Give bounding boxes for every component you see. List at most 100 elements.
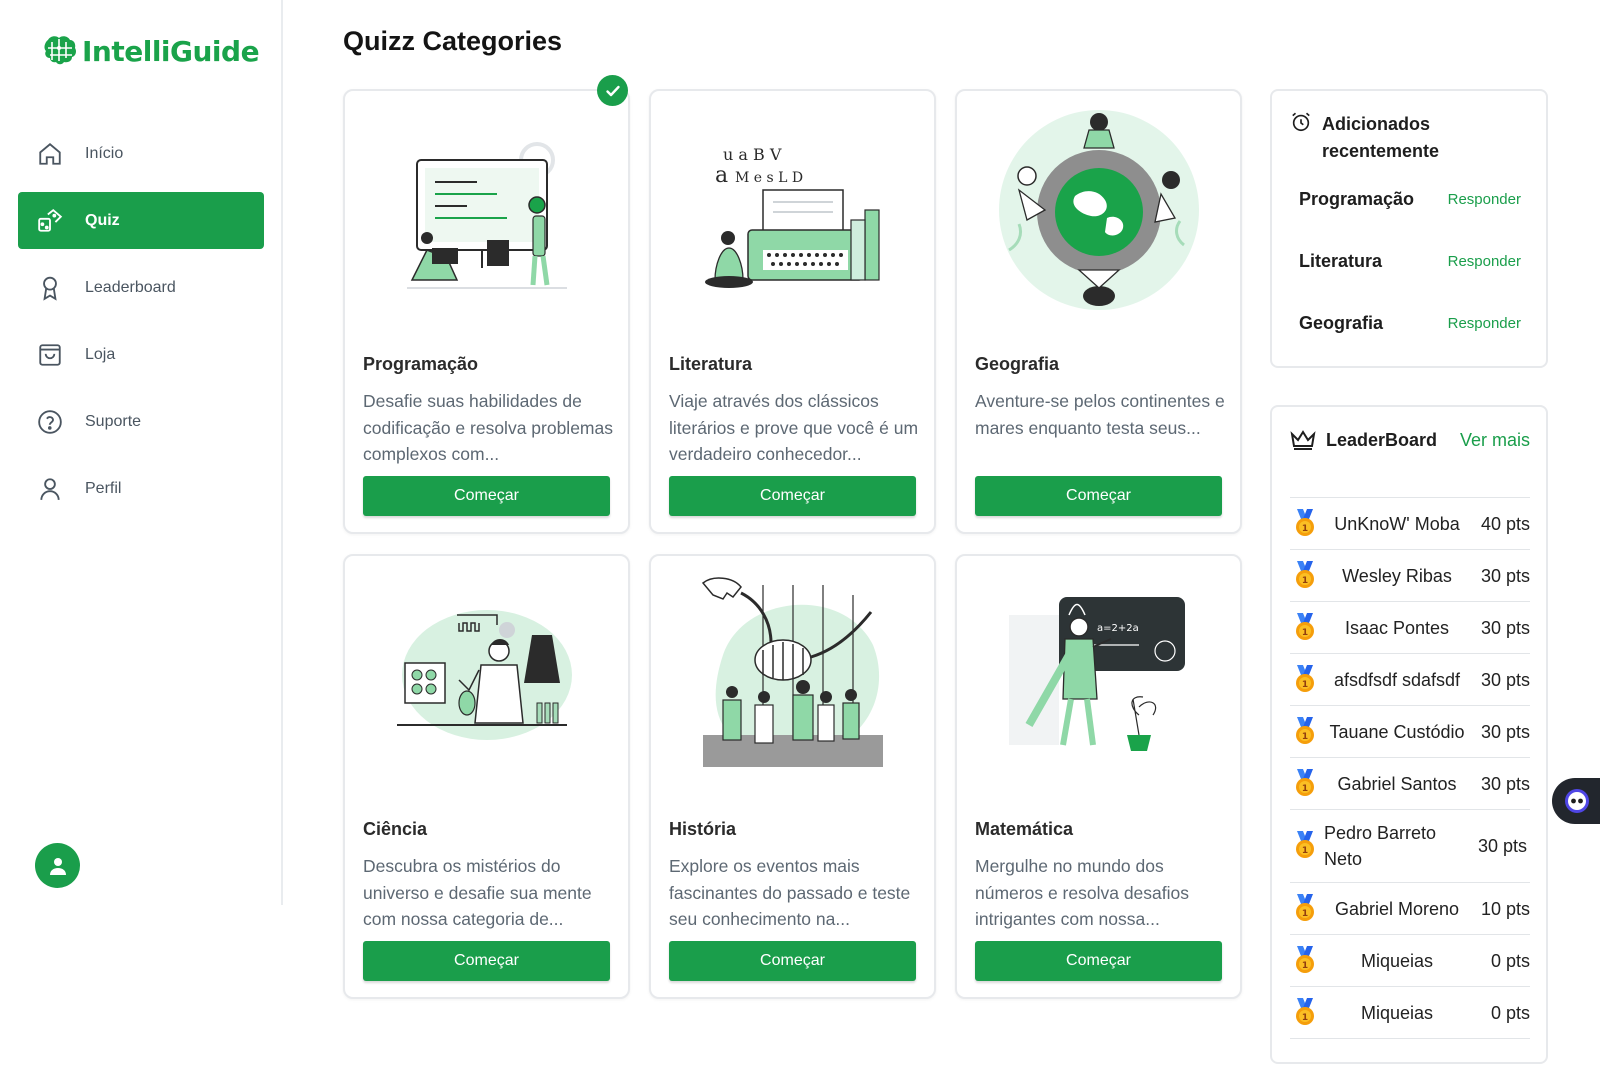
svg-text:1: 1 — [1302, 628, 1308, 638]
player-name: Miqueias — [1360, 950, 1434, 971]
recent-item-name: Geografia — [1299, 313, 1384, 333]
category-card-geografia[interactable]: Geografia Aventure-se pelos continentes … — [955, 89, 1242, 534]
medal-icon: 1 — [1290, 945, 1320, 976]
recent-item-name: Programação — [1299, 189, 1415, 209]
typewriter-illustration: u a B V a M e s L D — [663, 99, 922, 321]
start-button[interactable]: Começar — [975, 476, 1222, 516]
leaderboard-row: 1 Miqueias 0 pts — [1290, 935, 1530, 987]
leaderboard-row: 1 Pedro Barreto Neto 30 pts — [1290, 810, 1530, 883]
leaderboard-list: 1 UnKnoW' Moba 40 pts 1 Wesley Ribas 30 pts 1 I… — [1290, 497, 1530, 1039]
start-button[interactable]: Começar — [669, 941, 916, 981]
sidebar-item-leaderboard[interactable]: Leaderboard — [18, 259, 264, 316]
category-card-historia[interactable]: História Explore os eventos mais fascina… — [649, 554, 936, 999]
svg-text:1: 1 — [1302, 846, 1308, 856]
player-name: Gabriel Moreno — [1334, 898, 1460, 919]
medal-icon: 1 — [1290, 664, 1320, 695]
player-points: 30 pts — [1480, 617, 1530, 638]
medal-icon: 1 — [1290, 893, 1320, 924]
ribbon-icon — [36, 274, 64, 302]
leaderboard-panel: LeaderBoard Ver mais 1 UnKnoW' Moba 40 pts… — [1270, 405, 1548, 1064]
start-button[interactable]: Começar — [363, 476, 610, 516]
player-name: Pedro Barreto Neto — [1324, 823, 1437, 869]
start-button[interactable]: Começar — [363, 941, 610, 981]
category-description: Explore os eventos mais fascinantes do p… — [669, 856, 911, 929]
profile-avatar-button[interactable] — [35, 843, 80, 888]
player-name: afsdfsdf sdafsdf — [1333, 669, 1461, 690]
chat-bot-button[interactable] — [1552, 778, 1600, 824]
help-circle-icon — [36, 408, 64, 436]
player-points: 30 pts — [1478, 836, 1528, 856]
category-description: Aventure-se pelos continentes e mares en… — [975, 391, 1225, 438]
user-icon — [36, 475, 64, 503]
player-points: 0 pts — [1490, 950, 1530, 971]
logo[interactable]: IntelliGuide — [38, 34, 260, 68]
category-card-programacao[interactable]: Programação Desafie suas habilidades de … — [343, 89, 630, 534]
sidebar-nav: Início Quiz Leaderboard Loja Suporte Per… — [18, 125, 264, 527]
category-card-matematica[interactable]: a=2+2a Matemática Mergulhe no mundo dos … — [955, 554, 1242, 999]
sidebar-item-quiz[interactable]: Quiz — [18, 192, 264, 249]
category-title: Matemática — [975, 819, 1074, 839]
leaderboard-row: 1 Gabriel Santos 30 pts — [1290, 758, 1530, 810]
svg-text:M e s L D: M e s L D — [735, 170, 803, 186]
player-name: Wesley Ribas — [1342, 565, 1452, 586]
leaderboard-row: 1 UnKnoW' Moba 40 pts — [1290, 498, 1530, 550]
player-points: 30 pts — [1480, 565, 1530, 586]
leaderboard-row: 1 Wesley Ribas 30 pts — [1290, 550, 1530, 602]
answer-link[interactable]: Responder — [1448, 315, 1521, 332]
sidebar-item-label: Quiz — [85, 211, 120, 229]
category-card-ciencia[interactable]: Ciência Descubra os mistérios do univers… — [343, 554, 630, 999]
recent-item: Geografia Responder — [1299, 313, 1521, 334]
svg-text:1: 1 — [1302, 576, 1308, 586]
start-button[interactable]: Começar — [975, 941, 1222, 981]
brain-logo-icon — [44, 36, 76, 65]
leaderboard-row: 1 afsdfsdf sdafsdf 30 pts — [1290, 654, 1530, 706]
medal-icon: 1 — [1290, 560, 1320, 591]
leaderboard-row: 1 Tauane Custódio 30 pts — [1290, 706, 1530, 758]
sidebar-item-label: Início — [85, 144, 124, 162]
category-description: Desafie suas habilidades de codificação … — [363, 391, 613, 464]
leaderboard-title: LeaderBoard — [1326, 429, 1438, 450]
quiz-icon — [36, 207, 64, 235]
leaderboard-row: 1 Miqueias 0 pts — [1290, 987, 1530, 1039]
recently-added-title: Adicionados recentemente — [1322, 114, 1440, 161]
answer-link[interactable]: Responder — [1448, 253, 1521, 270]
user-avatar-icon — [49, 857, 66, 875]
chat-bot-icon — [1565, 789, 1589, 813]
svg-text:1: 1 — [1302, 680, 1308, 690]
programming-illustration — [357, 99, 616, 321]
see-more-link[interactable]: Ver mais — [1460, 430, 1530, 451]
svg-text:u a B V: u a B V — [723, 145, 782, 164]
svg-text:1: 1 — [1302, 961, 1308, 971]
brand-name: IntelliGuide — [82, 34, 260, 68]
category-card-literatura[interactable]: u a B V a M e s L D Literatura Viaje atr… — [649, 89, 936, 534]
sidebar-item-label: Leaderboard — [85, 278, 176, 296]
player-name: Isaac Pontes — [1344, 617, 1450, 638]
leaderboard-header: LeaderBoard Ver mais — [1290, 429, 1530, 451]
sidebar-item-loja[interactable]: Loja — [18, 326, 264, 383]
svg-text:1: 1 — [1302, 1013, 1308, 1023]
medal-icon: 1 — [1290, 716, 1320, 747]
sidebar-item-perfil[interactable]: Perfil — [18, 460, 264, 517]
shopping-bag-icon — [36, 341, 64, 369]
player-name: UnKnoW' Moba — [1334, 513, 1460, 534]
category-title: Ciência — [363, 819, 428, 839]
start-button[interactable]: Começar — [669, 476, 916, 516]
sidebar-item-inicio[interactable]: Início — [18, 125, 264, 182]
science-lab-illustration — [357, 564, 616, 786]
sidebar-item-suporte[interactable]: Suporte — [18, 393, 264, 450]
category-description: Mergulhe no mundo dos números e resolva … — [975, 856, 1189, 929]
svg-text:1: 1 — [1302, 784, 1308, 794]
player-points: 30 pts — [1480, 721, 1530, 742]
answer-link[interactable]: Responder — [1448, 191, 1521, 208]
player-points: 10 pts — [1480, 898, 1530, 919]
player-points: 30 pts — [1480, 773, 1530, 794]
player-points: 0 pts — [1490, 1002, 1530, 1023]
leaderboard-row: 1 Gabriel Moreno 10 pts — [1290, 883, 1530, 935]
sidebar-item-label: Suporte — [85, 412, 142, 430]
player-name: Gabriel Santos — [1337, 773, 1457, 794]
math-teacher-illustration: a=2+2a — [969, 564, 1228, 786]
medal-icon: 1 — [1290, 508, 1320, 539]
category-description: Viaje através dos clássicos literários e… — [669, 391, 919, 464]
alarm-clock-icon — [1292, 112, 1310, 132]
category-title: Geografia — [975, 354, 1060, 374]
